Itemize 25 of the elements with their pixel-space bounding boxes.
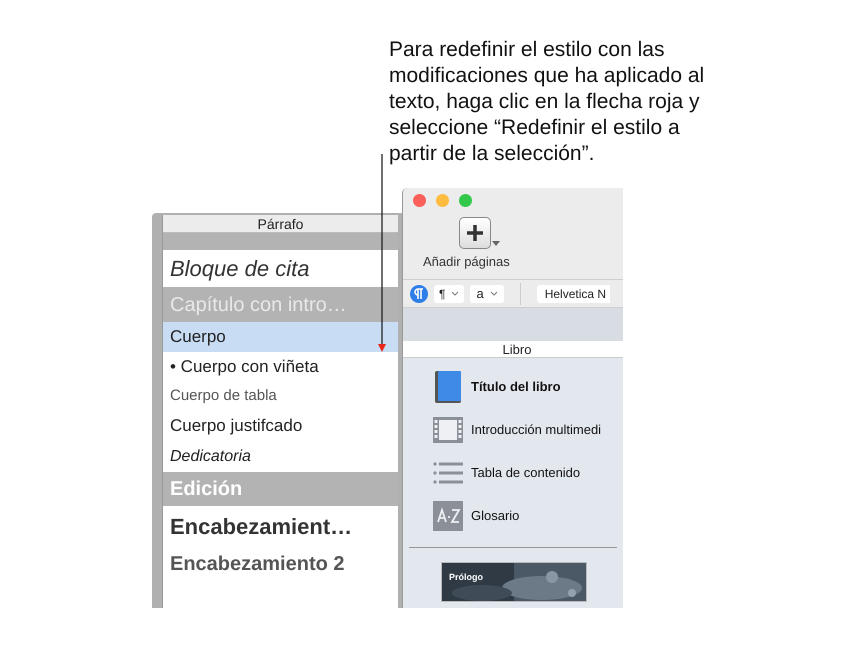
add-pages-label: Añadir páginas	[423, 253, 510, 271]
sidebar-item[interactable]: Tabla de contenido	[433, 458, 623, 488]
glossary-icon	[433, 501, 463, 531]
chevron-icon	[490, 291, 498, 296]
close-icon[interactable]	[413, 194, 426, 207]
sidebar-item[interactable]: Glosario	[433, 501, 623, 531]
font-field[interactable]: Helvetica N	[536, 284, 610, 302]
chevron-icon	[451, 291, 460, 296]
panel-title: Párrafo	[163, 215, 398, 233]
page-thumbnail[interactable]: Prólogo	[441, 562, 587, 602]
callout-text: Para redefinir el estilo con las modificaciones que ha aplicado al texto, haga clic en la flecha roja y seleccione “Redefinir el estilo a partir de la selección”.	[389, 37, 706, 167]
sidebar-item[interactable]: Introducción multimedi	[433, 415, 623, 445]
plus-icon	[466, 224, 484, 242]
paragraph-popup[interactable]: ¶	[434, 284, 464, 302]
sidebar-item[interactable]: Título del libro	[433, 372, 623, 402]
pilcrow-icon[interactable]	[410, 284, 428, 302]
list-icon	[433, 462, 463, 484]
book-icon	[434, 370, 462, 404]
add-pages-button[interactable]	[459, 217, 491, 249]
character-popup[interactable]: a	[470, 284, 504, 302]
style-item[interactable]: Cuerpo	[163, 322, 398, 352]
caret-icon[interactable]	[492, 241, 500, 247]
film-icon	[433, 417, 463, 443]
thumbnail-label: Prólogo	[449, 571, 483, 584]
sidebar-title: Libro	[403, 341, 623, 358]
